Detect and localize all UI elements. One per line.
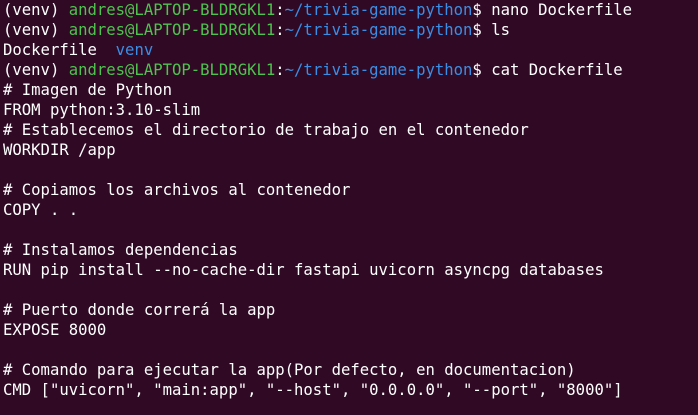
dockerfile-line: EXPOSE 8000 xyxy=(3,321,107,339)
terminal-window[interactable]: (venv) andres@LAPTOP-BLDRGKL1:~/trivia-g… xyxy=(0,0,698,415)
prompt-dollar: $ xyxy=(472,1,492,19)
venv-indicator: (venv) xyxy=(3,61,69,79)
dockerfile-line: # Instalamos dependencias xyxy=(3,241,238,259)
prompt-dollar: $ xyxy=(472,21,492,39)
command-text: cat Dockerfile xyxy=(491,61,623,79)
current-path: ~/trivia-game-python xyxy=(284,1,473,19)
dockerfile-line: # Establecemos el directorio de trabajo … xyxy=(3,121,529,139)
dockerfile-line: # Comando para ejecutar la app(Por defec… xyxy=(3,361,576,379)
command-text: ls xyxy=(491,21,510,39)
dockerfile-line: # Copiamos los archivos al contenedor xyxy=(3,181,351,199)
prompt-dollar: $ xyxy=(472,61,492,79)
ls-dir-entry: venv xyxy=(115,41,154,59)
dockerfile-line: WORKDIR /app xyxy=(3,141,116,159)
current-path: ~/trivia-game-python xyxy=(284,21,473,39)
prompt-line: (venv) andres@LAPTOP-BLDRGKL1:~/trivia-g… xyxy=(3,60,698,80)
dockerfile-line: FROM python:3.10-slim xyxy=(3,101,201,119)
command-text: nano Dockerfile xyxy=(491,1,633,19)
dockerfile-line: # Puerto donde correrá la app xyxy=(3,301,276,319)
prompt-colon: : xyxy=(275,1,285,19)
dockerfile-line xyxy=(3,220,698,240)
dockerfile-line: COPY . . xyxy=(3,201,79,219)
dockerfile-line: CMD ["uvicorn", "main:app", "--host", "0… xyxy=(3,381,623,399)
dockerfile-line xyxy=(3,280,698,300)
current-path: ~/trivia-game-python xyxy=(284,61,473,79)
dockerfile-line xyxy=(3,340,698,360)
venv-indicator: (venv) xyxy=(3,1,69,19)
user-host: andres@LAPTOP-BLDRGKL1 xyxy=(68,1,276,19)
dockerfile-line xyxy=(3,160,698,180)
prompt-line: (venv) andres@LAPTOP-BLDRGKL1:~/trivia-g… xyxy=(3,20,698,40)
user-host: andres@LAPTOP-BLDRGKL1 xyxy=(68,21,276,39)
user-host: andres@LAPTOP-BLDRGKL1 xyxy=(68,61,276,79)
dockerfile-line: # Imagen de Python xyxy=(3,81,172,99)
prompt-colon: : xyxy=(275,21,285,39)
prompt-line: (venv) andres@LAPTOP-BLDRGKL1:~/trivia-g… xyxy=(3,0,698,20)
venv-indicator: (venv) xyxy=(3,21,69,39)
prompt-colon: : xyxy=(275,61,285,79)
ls-file-entry: Dockerfile xyxy=(3,41,97,59)
ls-output-line: Dockerfile venv xyxy=(3,40,698,60)
dockerfile-line: RUN pip install --no-cache-dir fastapi u… xyxy=(3,261,604,279)
